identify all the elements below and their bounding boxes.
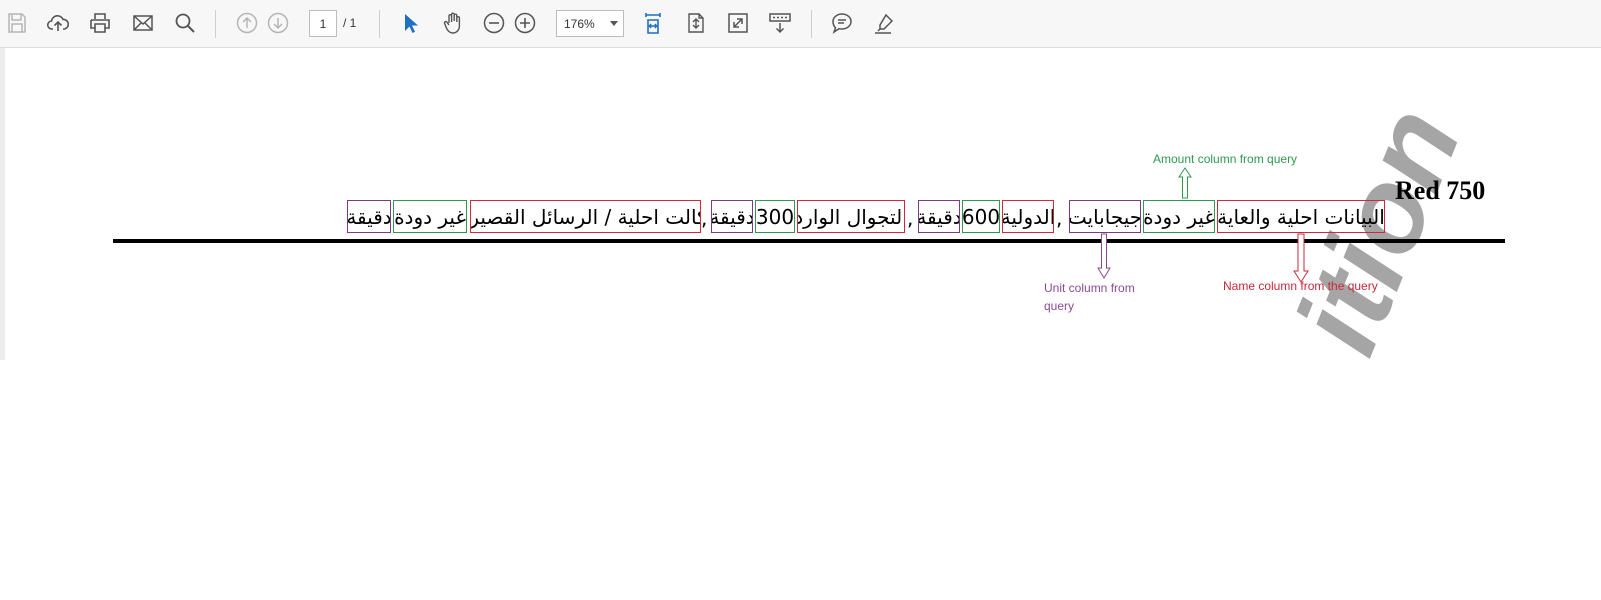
mail-icon [133,15,153,31]
select-tool-button[interactable] [396,9,424,37]
zoom-out-button[interactable] [480,9,508,37]
hand-tool-icon [443,12,461,34]
segment-name: اكالت احلية / الرسائل القصيرة [470,200,701,233]
comma: , [701,206,708,230]
page-up-icon [236,12,258,34]
hand-tool-button[interactable] [439,9,467,37]
page-total: / 1 [343,16,357,30]
segment-unit: جيجابايت [1069,200,1141,233]
upload-button[interactable] [44,9,72,37]
save-icon [8,13,26,33]
document-title: Red 750 [1395,176,1486,205]
upload-icon [46,15,70,31]
page-number-input[interactable] [309,10,337,37]
segment-unit: دقيقة [347,200,391,233]
next-page-button[interactable] [264,9,292,37]
arrow-down-icon [1293,233,1309,283]
print-icon [90,13,110,33]
page-left-edge [0,48,5,360]
search-icon [175,13,195,33]
segment-name: البيانات احلية والعاية [1217,200,1385,233]
scroll-mode-icon [769,13,791,34]
annotation-name: Name column from the query [1223,279,1378,293]
segment-unit: دقيقة [711,200,753,233]
segment-unit: دقيقة [918,200,960,233]
separator [215,10,216,38]
print-button[interactable] [86,9,114,37]
zoom-select[interactable]: 176% [556,10,624,37]
email-button[interactable] [129,9,157,37]
annotation-unit-continued: query [1044,299,1075,313]
previous-page-button[interactable] [233,9,261,37]
toolbar: / 1 176% [0,0,1601,48]
separator [811,10,812,38]
page-down-icon [267,12,289,34]
search-button[interactable] [171,9,199,37]
segment-amount: 300 [755,200,795,233]
highlight-icon [875,13,894,34]
document-page: ition Red 750 البيانات احلية والعاية غير… [0,48,1601,360]
segment-name: التجوال الوارد [797,200,905,233]
comma: , [1056,206,1063,230]
fit-width-button[interactable] [639,9,667,37]
annotation-amount: Amount column from query [1153,152,1298,166]
comment-button[interactable] [828,9,856,37]
comma: , [907,206,914,230]
zoom-out-icon [483,12,505,34]
arrow-down-icon [1097,233,1111,279]
fullscreen-icon [728,13,748,33]
zoom-in-icon [514,12,536,34]
segment-name: الدولية [1002,200,1054,233]
comment-icon [832,13,852,34]
scroll-mode-button[interactable] [766,9,794,37]
segment-amount: 600 [962,200,1000,233]
rotate-button[interactable] [682,9,710,37]
rotate-icon [688,13,704,33]
fullscreen-button[interactable] [724,9,752,37]
chevron-down-icon [610,21,618,26]
segment-amount: غير دودة [1143,200,1215,233]
annotation-unit: Unit column from [1044,281,1135,295]
highlight-button[interactable] [870,9,898,37]
separator [379,10,380,38]
segment-amount: غير دودة [393,200,467,233]
zoom-value: 176% [564,16,595,31]
save-button[interactable] [3,9,31,37]
arrow-up-icon [1178,167,1192,199]
select-arrow-icon [405,14,418,33]
zoom-in-button[interactable] [511,9,539,37]
fit-width-icon [645,13,661,34]
